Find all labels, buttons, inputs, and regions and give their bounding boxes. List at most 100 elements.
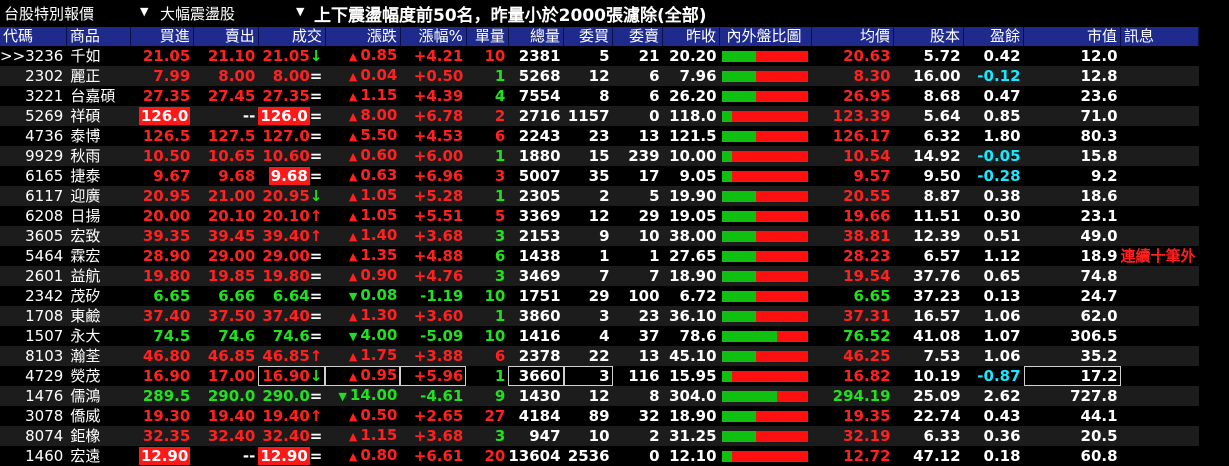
table-row[interactable]: 1507 永大 74.5 74.6 74.6= ▼ 4.00 -5.09 10 1416 4 37 78… bbox=[0, 326, 1199, 346]
cell-avg-price: 20.63 bbox=[811, 46, 894, 66]
table-row[interactable]: >>3236 千如 21.05 21.10 21.05↓ ▲ 0.85 +4.21 10 2381… bbox=[0, 46, 1199, 66]
cell-name[interactable]: 秋雨 bbox=[66, 146, 131, 166]
table-row[interactable]: 1460 宏遠 12.90 -- 12.90 = ▲ 0.80 +6.61 20 13604 2536… bbox=[0, 446, 1199, 466]
table-row[interactable]: 6165 捷泰 9.67 9.68 9.68 = ▲ 0.63 +6.96 3 5007 35 17 9.… bbox=[0, 166, 1199, 186]
cell-name[interactable]: 僑威 bbox=[66, 406, 131, 426]
table-row[interactable]: 2601 益航 19.80 19.85 19.80= ▲ 0.90 +4.76 3 3469 7 7 1… bbox=[0, 266, 1199, 286]
category-dropdown-icon[interactable]: ▼ bbox=[296, 5, 304, 18]
cell-code[interactable]: 8074 bbox=[0, 426, 67, 446]
cell-ask: 19.40 bbox=[193, 406, 259, 426]
col-capital[interactable]: 股本 bbox=[893, 27, 965, 46]
cell-code[interactable]: 2601 bbox=[0, 266, 67, 286]
cell-name[interactable]: 瀚荃 bbox=[66, 346, 131, 366]
col-market-value[interactable]: 市值 bbox=[1023, 27, 1122, 46]
cell-ask-qty: 17 bbox=[612, 166, 663, 186]
cell-prev-close: 18.90 bbox=[662, 406, 720, 426]
col-ask[interactable]: 賣出 bbox=[193, 27, 259, 46]
col-name[interactable]: 商品 bbox=[66, 27, 131, 46]
cell-name[interactable]: 迎廣 bbox=[66, 186, 131, 206]
cell-capital: 25.09 bbox=[893, 386, 964, 406]
cell-code[interactable]: 1476 bbox=[0, 386, 67, 406]
col-ask-qty[interactable]: 委賣 bbox=[612, 27, 664, 46]
cell-code[interactable]: 1708 bbox=[0, 306, 67, 326]
cell-code[interactable]: 2342 bbox=[0, 286, 67, 306]
cell-bid-qty: 4 bbox=[563, 326, 613, 346]
cell-code[interactable]: 2302 bbox=[0, 66, 67, 86]
table-row[interactable]: 6117 迎廣 20.95 21.00 20.95↓ ▲ 1.05 +5.28 1 2305 2 5 1… bbox=[0, 186, 1199, 206]
cell-code[interactable]: 6117 bbox=[0, 186, 67, 206]
col-inout-ratio[interactable]: 內外盤比圖 bbox=[719, 27, 813, 46]
cell-name[interactable]: 台嘉碩 bbox=[66, 86, 131, 106]
cell-avg-price: 28.23 bbox=[811, 246, 894, 266]
cell-name[interactable]: 日揚 bbox=[66, 206, 131, 226]
cell-market-value: 12.0 bbox=[1023, 46, 1121, 66]
col-total-volume[interactable]: 總量 bbox=[508, 27, 565, 46]
cell-tick-volume: 4 bbox=[466, 86, 509, 106]
bid-value: 74.5 bbox=[153, 326, 191, 345]
table-row[interactable]: 3078 僑威 19.30 19.40 19.40↑ ▲ 0.50 +2.65 27 4184 89… bbox=[0, 406, 1199, 426]
cell-code[interactable]: 5269 bbox=[0, 106, 67, 126]
inout-ratio-fill bbox=[721, 90, 756, 102]
table-row[interactable]: 1708 東鹼 37.40 37.50 37.40= ▲ 1.30 +3.60 1 3860 3 23… bbox=[0, 306, 1199, 326]
cell-code[interactable]: 9929 bbox=[0, 146, 67, 166]
col-bid[interactable]: 買進 bbox=[130, 27, 194, 46]
cell-code[interactable]: 4736 bbox=[0, 126, 67, 146]
col-avg-price[interactable]: 均價 bbox=[811, 27, 895, 46]
cell-code[interactable]: 1460 bbox=[0, 446, 67, 466]
cell-code[interactable]: 5464 bbox=[0, 246, 67, 266]
cell-name[interactable]: 祥碩 bbox=[66, 106, 131, 126]
col-message[interactable]: 訊息 bbox=[1120, 27, 1200, 46]
cell-name[interactable]: 儒鴻 bbox=[66, 386, 131, 406]
cell-name[interactable]: 茂矽 bbox=[66, 286, 131, 306]
category-selector[interactable]: 大幅震盪股 bbox=[160, 3, 235, 24]
table-row[interactable]: 6208 日揚 20.00 20.10 20.10↑ ▲ 1.05 +5.51 5 3369 12 2… bbox=[0, 206, 1199, 226]
table-row[interactable]: 4736 泰博 126.5 127.5 127.0= ▲ 5.50 +4.53 6 2243 23 1… bbox=[0, 126, 1199, 146]
inout-ratio-bar bbox=[721, 130, 808, 142]
table-row[interactable]: 8074 鉅橡 32.35 32.40 32.40= ▲ 1.15 +3.68 3 947 10 2 3… bbox=[0, 426, 1199, 446]
cell-name[interactable]: 宏遠 bbox=[66, 446, 131, 466]
col-last[interactable]: 成交 bbox=[258, 27, 326, 46]
cell-name[interactable]: 永大 bbox=[66, 326, 131, 346]
table-row[interactable]: 1476 儒鴻 289.5 290.0 290.0= ▼ 14.00 -4.61 9 1430 12… bbox=[0, 386, 1199, 406]
cell-code[interactable]: 6165 bbox=[0, 166, 67, 186]
table-row[interactable]: 5464 霖宏 28.90 29.00 29.00= ▲ 1.35 +4.88 6 1438 1 1 2… bbox=[0, 246, 1199, 266]
col-tick-volume[interactable]: 單量 bbox=[466, 27, 509, 46]
cell-code[interactable]: 3078 bbox=[0, 406, 67, 426]
col-change-pct[interactable]: 漲幅% bbox=[400, 27, 467, 46]
table-row[interactable]: 2302 麗正 7.99 8.00 8.00= ▲ 0.04 +0.50 1 5268 12 6 7.9… bbox=[0, 66, 1199, 86]
table-row[interactable]: 9929 秋雨 10.50 10.65 10.60= ▲ 0.60 +6.00 1 1880 15 2… bbox=[0, 146, 1199, 166]
cell-message bbox=[1120, 266, 1199, 286]
cell-code[interactable]: 3605 bbox=[0, 226, 67, 246]
cell-last: 6.64= bbox=[258, 286, 326, 306]
table-row[interactable]: 3221 台嘉碩 27.35 27.45 27.35= ▲ 1.15 +4.39 4 7554 8 6… bbox=[0, 86, 1199, 106]
cell-name[interactable]: 霖宏 bbox=[66, 246, 131, 266]
cell-name[interactable]: 東鹼 bbox=[66, 306, 131, 326]
cell-name[interactable]: 千如 bbox=[66, 46, 131, 66]
market-dropdown-icon[interactable]: ▼ bbox=[140, 5, 148, 18]
table-row[interactable]: 2342 茂矽 6.65 6.66 6.64= ▼ 0.08 -1.19 10 1751 29 100… bbox=[0, 286, 1199, 306]
cell-code[interactable]: 4729 bbox=[0, 366, 67, 386]
table-row[interactable]: 5269 祥碩 126.0 -- 126.0 = ▲ 8.00 +6.78 2 2716 1157 0 1… bbox=[0, 106, 1199, 126]
cell-name[interactable]: 捷泰 bbox=[66, 166, 131, 186]
cell-code[interactable]: >>3236 bbox=[0, 46, 67, 66]
table-row[interactable]: 3605 宏致 39.35 39.45 39.40↑ ▲ 1.40 +3.68 3 2153 9 10… bbox=[0, 226, 1199, 246]
last-value: 27.35 bbox=[262, 86, 310, 105]
market-selector[interactable]: 台股特別報價 bbox=[4, 3, 94, 24]
cell-name[interactable]: 益航 bbox=[66, 266, 131, 286]
cell-name[interactable]: 麗正 bbox=[66, 66, 131, 86]
col-eps[interactable]: 盈餘 bbox=[963, 27, 1025, 46]
cell-code[interactable]: 8103 bbox=[0, 346, 67, 366]
cell-name[interactable]: 熒茂 bbox=[66, 366, 131, 386]
table-row[interactable]: 4729 熒茂 16.90 17.00 16.90↓ ▲ 0.95 +5.96 1 3660 3 11… bbox=[0, 366, 1199, 386]
col-code[interactable]: 代碼 bbox=[0, 27, 67, 46]
cell-name[interactable]: 鉅橡 bbox=[66, 426, 131, 446]
col-prev-close[interactable]: 昨收 bbox=[662, 27, 721, 46]
table-row[interactable]: 8103 瀚荃 46.80 46.85 46.85↑ ▲ 1.75 +3.88 6 2378 22 1… bbox=[0, 346, 1199, 366]
col-change[interactable]: 漲跌 bbox=[325, 27, 401, 46]
col-bid-qty[interactable]: 委買 bbox=[563, 27, 614, 46]
cell-code[interactable]: 6208 bbox=[0, 206, 67, 226]
cell-code[interactable]: 1507 bbox=[0, 326, 67, 346]
cell-name[interactable]: 宏致 bbox=[66, 226, 131, 246]
cell-code[interactable]: 3221 bbox=[0, 86, 67, 106]
cell-name[interactable]: 泰博 bbox=[66, 126, 131, 146]
